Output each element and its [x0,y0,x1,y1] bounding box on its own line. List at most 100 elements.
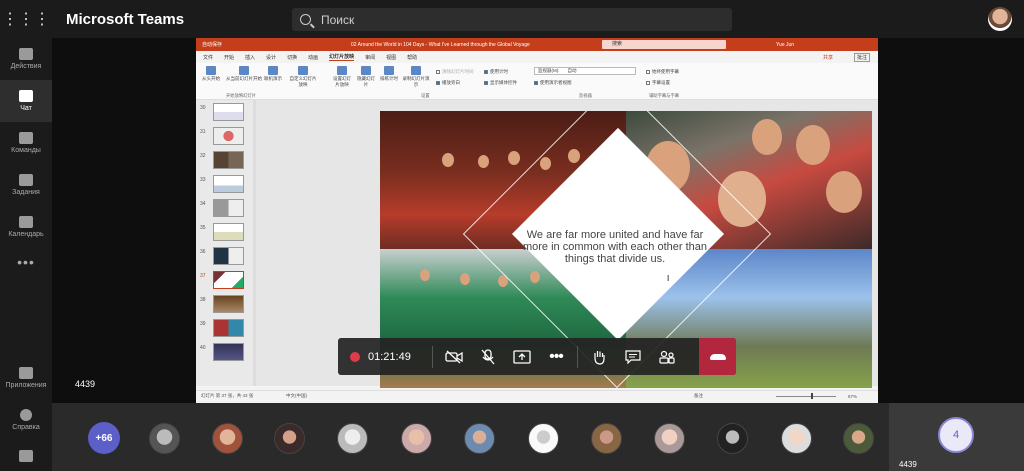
participant-avatar[interactable] [212,423,243,454]
teams-icon [19,132,33,144]
hang-up-button[interactable] [699,338,736,375]
thumb-image [213,295,244,313]
overflow-participants-button[interactable]: +66 [88,422,120,454]
thumbnail-38[interactable]: 38 [196,295,256,316]
user-avatar[interactable] [988,7,1012,31]
rail-activity[interactable]: Действия [0,38,52,80]
presenter-view-checkbox[interactable]: 使用演示者视图 [534,80,572,86]
participant-avatar[interactable] [843,423,874,454]
rail-assignments[interactable]: Задания [0,164,52,206]
zoom-level[interactable]: 87% [848,394,857,399]
present-online-button[interactable]: 联机演示 [264,66,282,82]
hide-slide-button[interactable]: 隐藏幻灯片 [355,66,377,88]
tab-transitions[interactable]: 切换 [287,54,297,61]
rail-teams[interactable]: Команды [0,122,52,164]
tab-help[interactable]: 帮助 [407,54,417,61]
show-media-controls-checkbox[interactable]: 显示媒体控件 [484,80,517,86]
more-apps-icon[interactable]: ••• [0,248,52,270]
play-narrations-checkbox[interactable]: 播放旁白 [436,80,460,86]
search-input[interactable]: Поиск [292,8,732,31]
participant-avatar[interactable] [464,423,495,454]
camera-off-button[interactable] [437,338,471,375]
person [478,155,489,168]
thumbnail-33[interactable]: 33 [196,175,256,196]
thumbnail-30[interactable]: 30 [196,103,256,124]
setup-slideshow-button[interactable]: 设置幻灯片放映 [331,66,353,88]
rail-calendar[interactable]: Календарь [0,206,52,248]
notes-button[interactable]: 备注 [694,393,703,399]
subtitle-settings-button[interactable]: 字幕设置 [646,80,670,86]
slideshow-icon [206,66,216,75]
clear-timings-checkbox[interactable]: 清除幻灯片时间 [436,69,474,75]
more-actions-icon[interactable]: ••• [539,338,573,375]
person [752,119,782,155]
setup-icon [337,66,347,75]
participant-avatar[interactable] [591,423,622,454]
participant-avatar[interactable] [149,423,180,454]
ppt-search[interactable]: 搜索 [602,40,726,49]
thumbnail-39[interactable]: 39 [196,319,256,340]
from-beginning-button[interactable]: 从头开始 [202,66,220,82]
divider [432,345,433,368]
meeting-controls: 01:21:49 ••• [338,338,736,375]
rail-chat[interactable]: Чат [0,80,52,122]
thumbnail-40[interactable]: 40 [196,343,256,364]
always-subtitles-checkbox[interactable]: 始终使用字幕 [646,69,679,75]
rail-apps[interactable]: Приложения [0,357,52,399]
search-icon [300,14,311,25]
participant-avatar[interactable] [274,423,305,454]
zoom-slider[interactable] [776,396,836,397]
tab-view[interactable]: 视图 [386,54,396,61]
share-button[interactable]: 共享 [823,54,833,61]
clear-timings-label: 清除幻灯片时间 [442,69,474,74]
title-bar: ⋮⋮⋮ Microsoft Teams Поиск [0,0,1024,38]
app-launcher-icon[interactable]: ⋮⋮⋮ [0,0,52,38]
thumb-number: 34 [200,201,206,207]
tab-file[interactable]: 文件 [203,54,213,61]
thumbnail-31[interactable]: 31 [196,127,256,148]
participant-avatar[interactable] [528,423,559,454]
monitor-select[interactable]: 监视器(M): 自动 [534,67,636,75]
raise-hand-button[interactable] [582,338,616,375]
chat-button[interactable] [616,338,650,375]
slideshow-current-icon [239,66,249,75]
thumb-number: 36 [200,249,206,255]
self-avatar: 4 [938,417,974,453]
thumbnail-35[interactable]: 35 [196,223,256,244]
thumbnail-32[interactable]: 32 [196,151,256,172]
tab-insert[interactable]: 插入 [245,54,255,61]
calendar-icon [19,216,33,228]
record-slideshow-button[interactable]: 录制幻灯片演示 [402,66,430,88]
tab-slideshow[interactable]: 幻灯片放映 [329,53,355,61]
from-current-button[interactable]: 从当前幻灯片开始 [226,66,262,82]
participant-avatar[interactable] [654,423,685,454]
thumbnail-36[interactable]: 36 [196,247,256,268]
participant-avatar[interactable] [781,423,812,454]
participant-avatar[interactable] [337,423,368,454]
mute-button[interactable] [471,338,505,375]
share-screen-button[interactable] [505,338,539,375]
comments-button[interactable]: 批注 [853,52,870,62]
present-online-icon [268,66,278,75]
rail-help[interactable]: Справка [0,399,52,441]
thumbnail-37[interactable]: 37 [196,271,256,292]
rail-download[interactable] [0,441,52,471]
rehearse-timings-button[interactable]: 排练计时 [378,66,400,82]
rail-assignments-label: Задания [12,189,40,196]
tab-home[interactable]: 开始 [224,54,234,61]
participant-avatar[interactable] [401,423,432,454]
custom-show-button[interactable]: 自定义幻灯片放映 [288,66,318,88]
participant-gallery: +66 4 4439 [52,403,1024,471]
tab-animations[interactable]: 动画 [308,54,318,61]
language-indicator: 中文(中国) [286,393,307,398]
tab-design[interactable]: 设计 [266,54,276,61]
thumbnail-34[interactable]: 34 [196,199,256,220]
participant-avatar[interactable] [717,423,748,454]
tab-review[interactable]: 审阅 [365,54,375,61]
checkbox-box [534,81,538,85]
self-video-tile[interactable]: 4 4439 [889,403,1024,471]
participants-button[interactable] [650,338,684,375]
use-timings-checkbox[interactable]: 使用计时 [484,69,508,75]
zoom-slider-thumb[interactable] [811,393,813,399]
rail-calendar-label: Календарь [8,231,44,238]
